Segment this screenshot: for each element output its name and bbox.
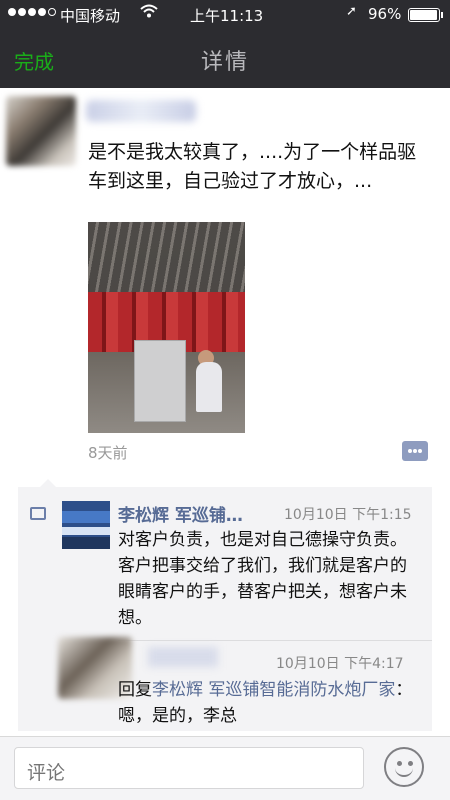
- author-name-blurred[interactable]: [86, 100, 196, 122]
- wifi-icon: [140, 4, 158, 22]
- battery-percent: 96%: [368, 5, 402, 23]
- post-photo[interactable]: [88, 222, 245, 433]
- comment-divider: [118, 640, 432, 641]
- post-text: 是不是我太较真了，....为了一个样品驱车到这里，自己验过了才放心，...: [88, 141, 417, 192]
- clock: 上午11:13: [190, 7, 264, 25]
- carrier-name: 中国移动: [60, 7, 121, 25]
- nav-bar: 完成 详情: [0, 30, 450, 88]
- comment-input[interactable]: [14, 747, 364, 789]
- reply-prefix: 回复: [118, 680, 152, 700]
- post-timestamp: 8天前: [88, 444, 128, 462]
- status-bar: 中国移动 上午11:13 ➚ 96%: [0, 0, 450, 30]
- page-title: 详情: [200, 50, 249, 75]
- author-avatar[interactable]: [6, 96, 76, 166]
- comment-text: 对客户负责，也是对自己德操守负责。客户把事交给了我们，我们就是客户的眼睛客户的手…: [118, 530, 407, 628]
- reply-timestamp: 10月10日 下午4:17: [276, 656, 404, 672]
- signal-strength-icon: [8, 8, 56, 16]
- reply-text: 回复李松辉 军巡铺智能消防水炮厂家：嗯，是的，李总: [118, 677, 430, 729]
- comment-icon: [30, 507, 46, 520]
- emoji-icon[interactable]: [384, 747, 424, 787]
- comments-panel: 李松辉 军巡铺… 10月10日 下午1:15 对客户负责，也是对自己德操守负责。…: [18, 479, 432, 731]
- comment-bubble-icon[interactable]: [402, 441, 428, 461]
- reply-to-name[interactable]: 李松辉 军巡铺智能消防水炮厂家: [152, 680, 395, 700]
- battery-icon: [408, 8, 443, 22]
- comment-input-bar: [0, 736, 450, 800]
- commenter-avatar[interactable]: [62, 501, 110, 549]
- location-icon: ➚: [346, 4, 357, 19]
- commenter-name[interactable]: 李松辉 军巡铺…: [118, 501, 243, 526]
- reply-author-name-blurred[interactable]: [148, 647, 218, 667]
- comment-timestamp: 10月10日 下午1:15: [284, 507, 412, 523]
